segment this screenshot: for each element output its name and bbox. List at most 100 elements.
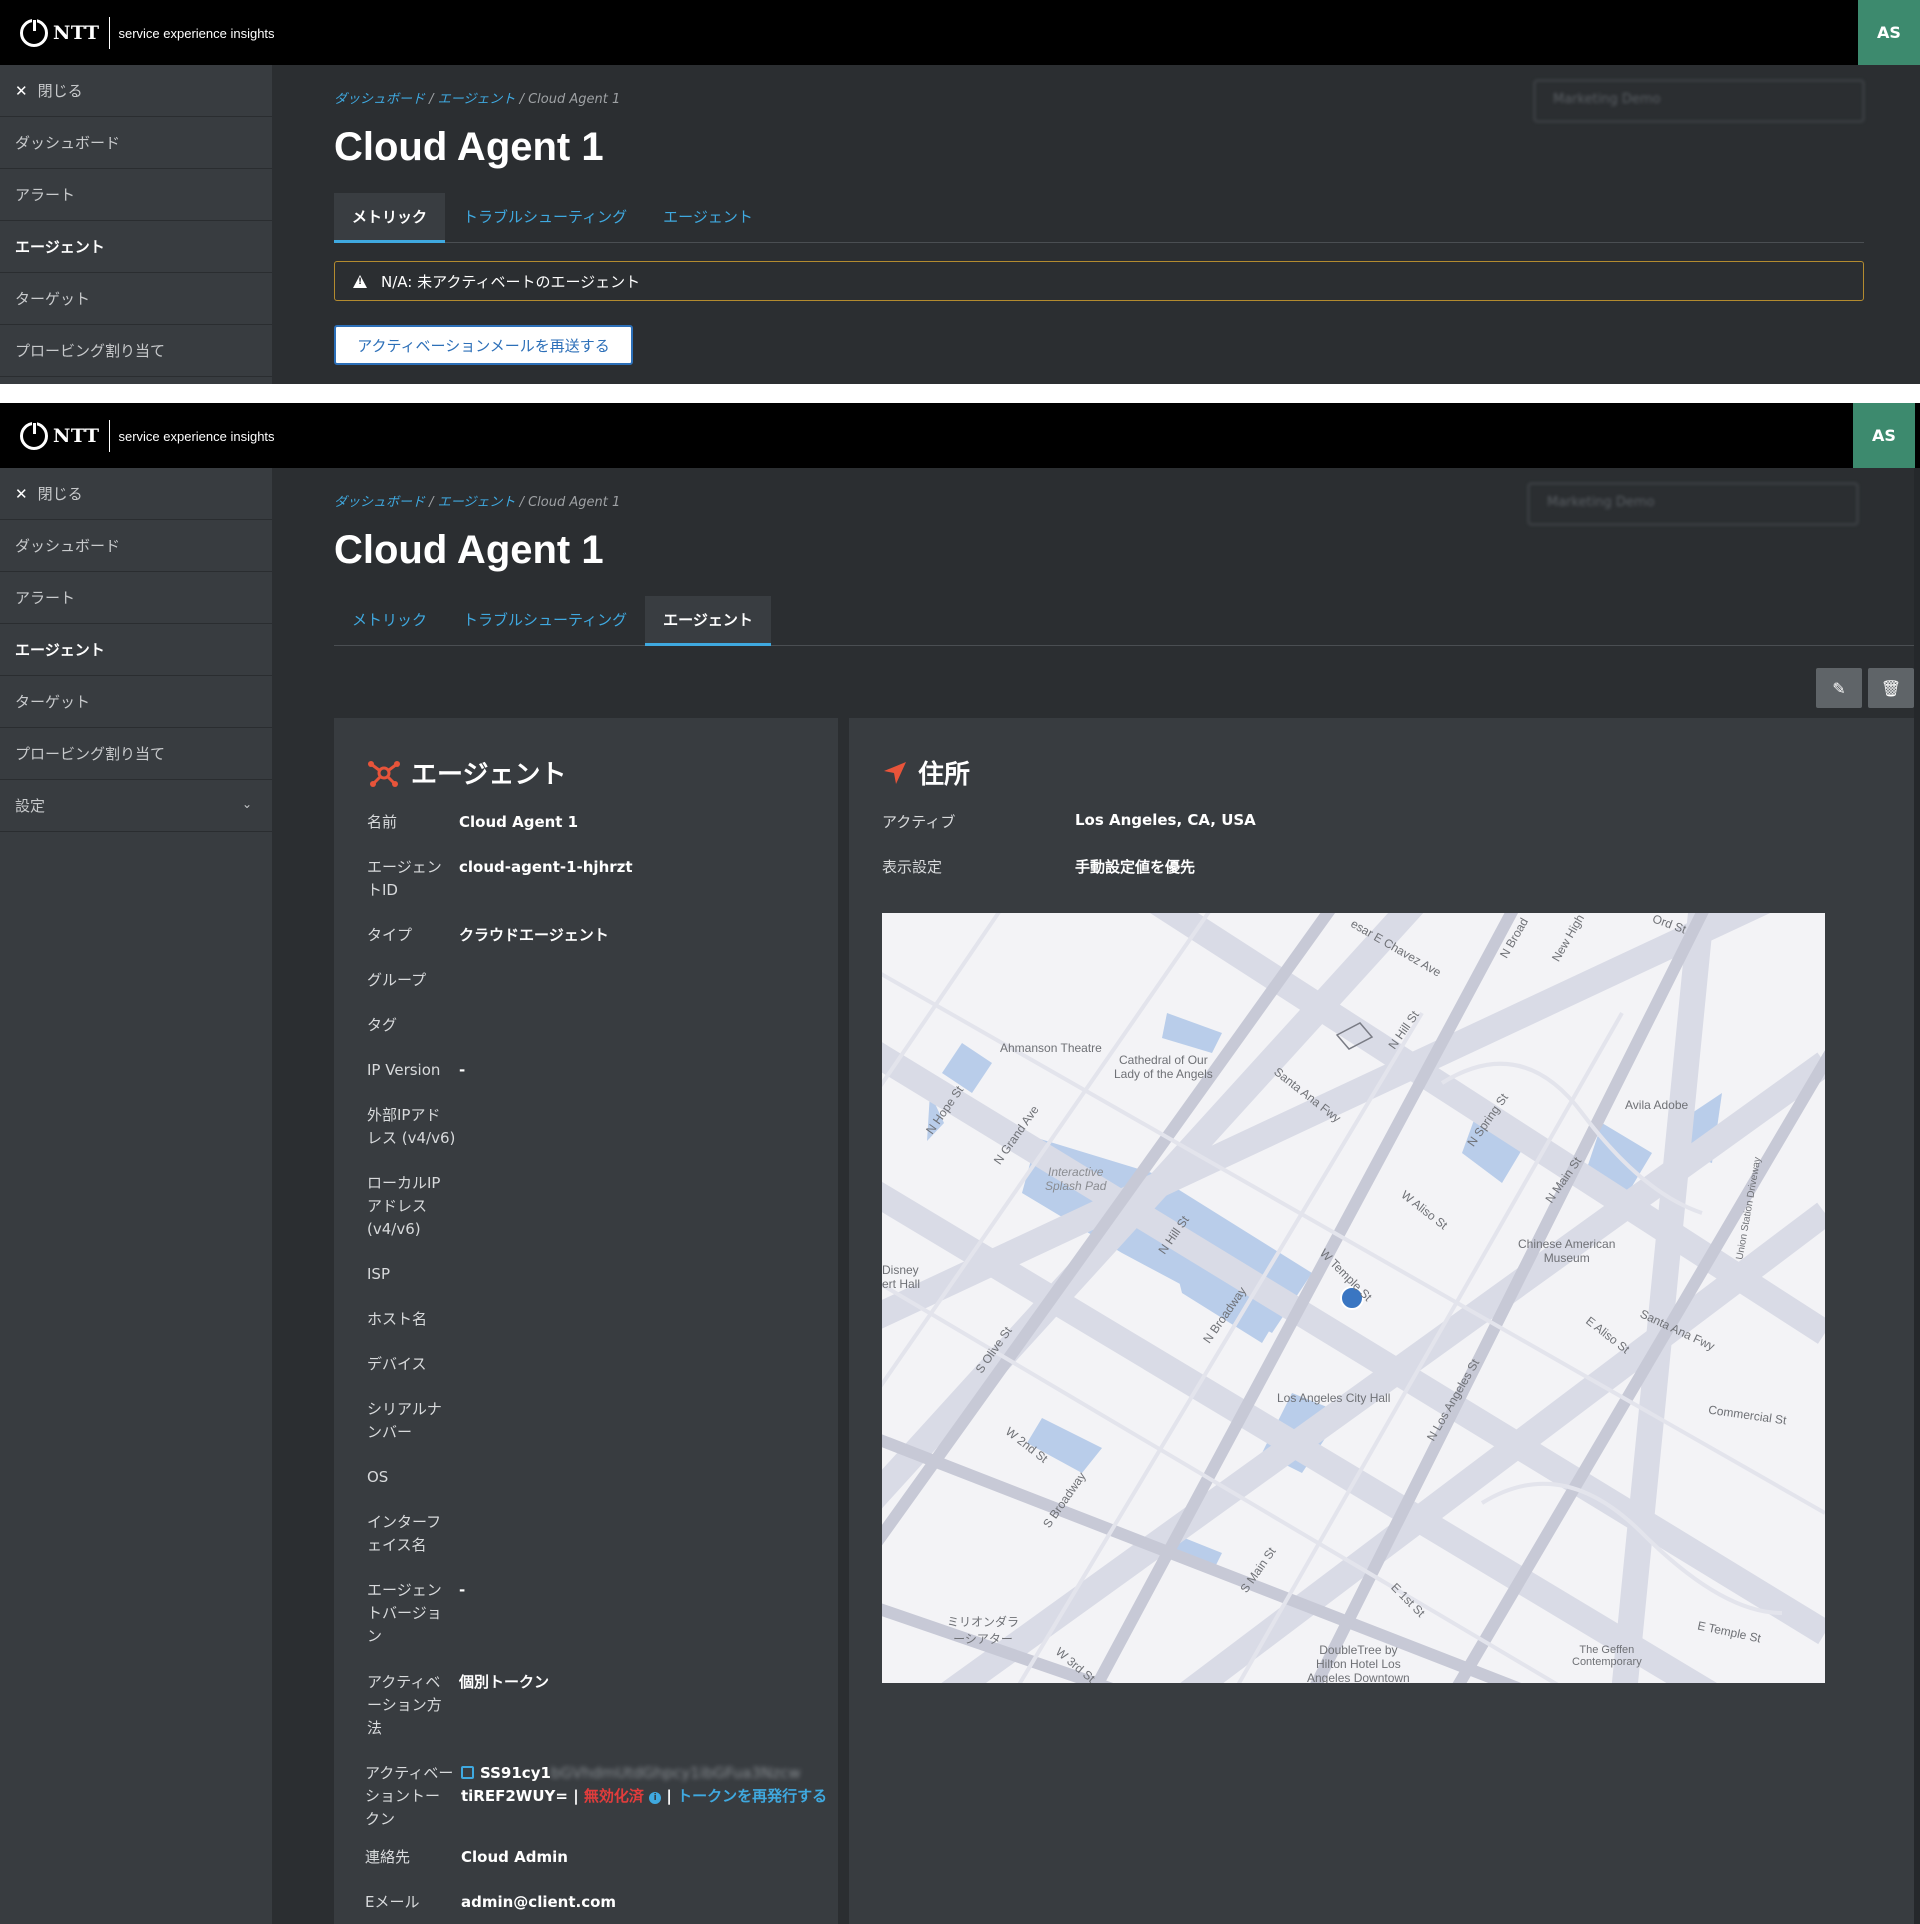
field-tag: タグ (367, 1014, 459, 1037)
field-label: 外部IPアド レス (v4/v6) (367, 1106, 456, 1147)
sidebar-item-alerts[interactable]: アラート (0, 572, 272, 624)
breadcrumb-dashboard[interactable]: ダッシュボード (334, 92, 425, 107)
field-label: 連絡先 (365, 1848, 411, 1866)
agent-details-card: エージェント 名前 Cloud Agent 1 エージェン トID cloud-age… (334, 718, 838, 1924)
field-agent-version: エージェン トバージョン - (367, 1579, 465, 1648)
field-label: シリアルナ ンバー (367, 1400, 442, 1441)
field-interface: インターフ ェイス名 (367, 1511, 459, 1557)
tab-troubleshooting[interactable]: トラブルシューティング (445, 193, 645, 243)
brand-name: NTT (53, 425, 100, 447)
breadcrumb-current: Cloud Agent 1 (528, 495, 621, 510)
location-arrow-icon (884, 761, 906, 784)
field-type: タイプ クラウドエージェント (367, 924, 609, 947)
field-value: クラウドエージェント (459, 926, 609, 944)
tab-metrics[interactable]: メトリック (334, 193, 446, 243)
sidebar-item-probing[interactable]: プロービング割り当て (0, 325, 272, 377)
map-label: ミリオンダラ ーシアター (947, 1615, 1020, 1646)
breadcrumb-agents[interactable]: エージェント (438, 92, 516, 107)
screenshot-metrics-tab: NTT service experience insights AS ✕ 閉じる … (0, 0, 1920, 384)
close-icon: ✕ (15, 484, 28, 503)
sidebar-item-agents[interactable]: エージェント (0, 221, 272, 273)
brand-name: NTT (53, 22, 100, 44)
field-label: ISP (367, 1265, 390, 1283)
map-label: Disney ert Hall (882, 1263, 921, 1291)
field-value: Cloud Admin (461, 1848, 568, 1866)
copy-icon[interactable] (461, 1766, 474, 1779)
address-card: 住所 アクティブ Los Angeles, CA, USA 表示設定 手動設定値を優… (849, 718, 1914, 1924)
screenshot-agent-tab: NTT service experience insights AS ✕ 閉じる … (0, 403, 1920, 1924)
sidebar-close[interactable]: ✕ 閉じる (0, 468, 272, 520)
chevron-down-icon: ⌄ (241, 797, 252, 811)
field-activation-method: アクティベ ーション方法個別トークン (367, 1671, 549, 1740)
field-ip-version: IP Version - (367, 1059, 465, 1082)
user-avatar[interactable]: AS (1853, 403, 1915, 468)
field-serial: シリアルナ ンバー (367, 1398, 459, 1444)
sidebar-item-settings[interactable]: 設定 ⌄ (0, 780, 272, 832)
sidebar-item-targets[interactable]: ターゲット (0, 273, 272, 325)
field-group: グループ (367, 969, 459, 992)
tab-troubleshooting[interactable]: トラブルシューティング (445, 596, 645, 646)
sidebar-item-targets[interactable]: ターゲット (0, 676, 272, 728)
alert-text: N/A: 未アクティベートのエージェント (381, 272, 641, 291)
resend-activation-button[interactable]: アクティベーションメールを再送する (334, 325, 633, 365)
org-search-input[interactable]: Marketing Demo (1534, 80, 1864, 122)
address-card-header: 住所 (882, 754, 970, 791)
location-pin-icon[interactable] (1341, 1287, 1363, 1309)
sidebar-item-alerts[interactable]: アラート (0, 169, 272, 221)
edit-button[interactable]: ✎ (1816, 668, 1862, 708)
location-map[interactable]: esar E Chavez Ave N Broad New High Ord S… (882, 913, 1825, 1683)
org-search-input[interactable]: Marketing Demo (1528, 483, 1858, 525)
field-label: OS (367, 1468, 389, 1486)
token-hidden: bGVhdmUtdGhpcy1ibGFua3Nzcw (550, 1764, 801, 1782)
info-icon[interactable]: i (649, 1792, 662, 1804)
token-status: 無効化済 (583, 1787, 644, 1805)
field-os: OS (367, 1466, 459, 1489)
field-label: アクティベ ーション方法 (367, 1673, 442, 1737)
tab-agent[interactable]: エージェント (645, 193, 771, 243)
ntt-logo-icon (20, 19, 48, 47)
trash-icon: 🗑 (1880, 678, 1902, 698)
delete-button[interactable]: 🗑 (1868, 668, 1914, 708)
field-contact: 連絡先 Cloud Admin (365, 1846, 568, 1869)
field-label: インターフ ェイス名 (367, 1513, 442, 1554)
field-value: 手動設定値を優先 (1075, 858, 1196, 876)
page-title: Cloud Agent 1 (334, 125, 604, 169)
reissue-token-link[interactable]: トークンを再発行する (677, 1787, 827, 1805)
map-label: Los Angeles City Hall (1277, 1391, 1391, 1405)
breadcrumb-agents[interactable]: エージェント (438, 495, 516, 510)
agent-network-icon (368, 760, 400, 787)
sidebar-close-label: 閉じる (37, 485, 83, 503)
map-label: DoubleTree by Hilton Hotel Los Angeles Dow… (1307, 1643, 1410, 1683)
brand-logo[interactable]: NTT service experience insights (20, 17, 275, 49)
sidebar: ✕ 閉じる ダッシュボード アラート エージェント ターゲット プロービング割り当… (0, 65, 272, 384)
top-bar: NTT service experience insights AS (0, 0, 1920, 65)
breadcrumb-sep: / (519, 92, 524, 107)
scrollbar[interactable] (1914, 468, 1920, 1924)
field-activation-token: アクティベー ショントー クン SS91cy1bGVhdmUtdGhpcy1ibGF… (365, 1762, 831, 1831)
tab-metrics[interactable]: メトリック (334, 596, 445, 646)
sidebar-close[interactable]: ✕ 閉じる (0, 65, 272, 117)
field-hostname: ホスト名 (367, 1308, 459, 1331)
brand-logo[interactable]: NTT service experience insights (20, 420, 275, 452)
field-value: - (459, 1581, 466, 1599)
field-label: IP Version (367, 1061, 441, 1079)
user-avatar[interactable]: AS (1858, 0, 1920, 65)
sidebar-item-dashboard[interactable]: ダッシュボード (0, 117, 272, 169)
map-label: The Geffen Contemporary (1572, 1644, 1642, 1668)
breadcrumb: ダッシュボード / エージェント / Cloud Agent 1 (334, 88, 620, 107)
breadcrumb-dashboard[interactable]: ダッシュボード (334, 495, 425, 510)
page-title: Cloud Agent 1 (334, 528, 604, 572)
field-label: アクティベー ショントー クン (365, 1764, 454, 1828)
agent-card-header: エージェント (367, 754, 566, 791)
field-value: cloud-agent-1-hjhrzt (459, 858, 633, 876)
sidebar-item-dashboard[interactable]: ダッシュボード (0, 520, 272, 572)
tab-agent[interactable]: エージェント (645, 596, 771, 646)
field-label: グループ (367, 971, 427, 989)
field-label: アクティブ (882, 813, 956, 831)
field-agent-id: エージェン トID cloud-agent-1-hjhrzt (367, 856, 633, 902)
sidebar-item-probing[interactable]: プロービング割り当て (0, 728, 272, 780)
sidebar-item-agents[interactable]: エージェント (0, 624, 272, 676)
sidebar-settings-label: 設定 (15, 797, 46, 815)
token-value: SS91cy1bGVhdmUtdGhpcy1ibGFua3Nzcw tiREF2… (461, 1762, 831, 1831)
map-label: Interactive Splash Pad (1045, 1165, 1107, 1193)
